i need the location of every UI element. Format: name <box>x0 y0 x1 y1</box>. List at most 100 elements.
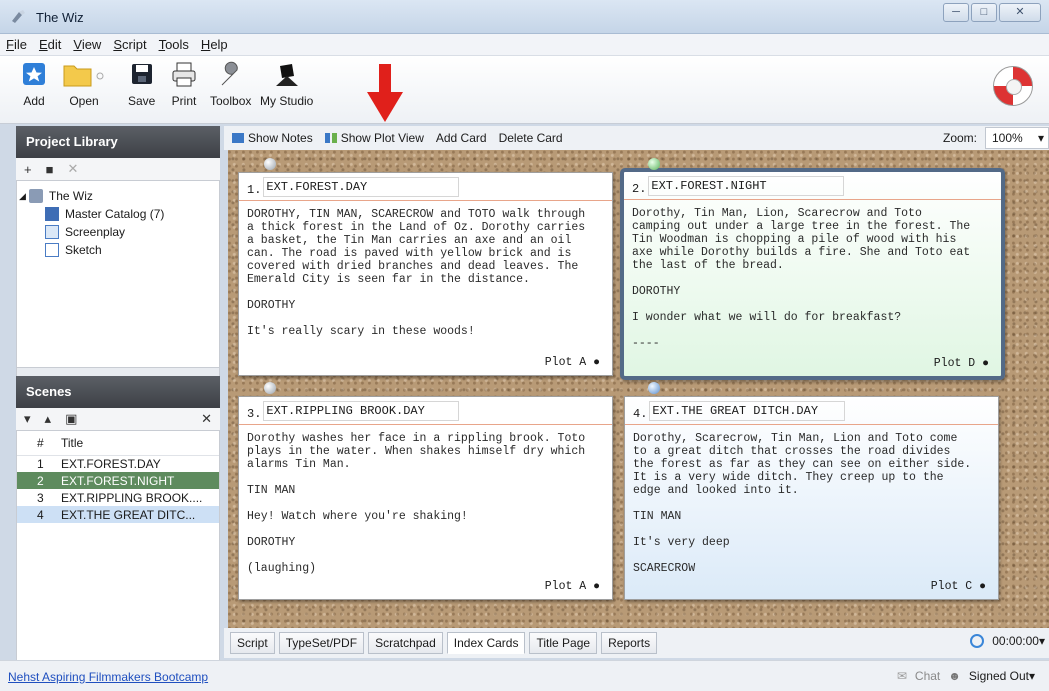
print-button[interactable]: Print <box>170 60 198 108</box>
left-sidebar: Project Library + ■ ✕ ◢ The Wiz Master C… <box>16 126 220 682</box>
card-heading[interactable]: EXT.RIPPLING BROOK.DAY <box>263 401 460 421</box>
card-plot-label[interactable]: Plot C ● <box>931 580 986 593</box>
sketch-icon <box>45 243 59 257</box>
add-card-button[interactable]: Add Card <box>436 131 487 145</box>
window-controls: ─ □ ✕ <box>943 3 1041 22</box>
scene-row[interactable]: 1 EXT.FOREST.DAY <box>17 455 219 472</box>
tree-item-master-catalog[interactable]: Master Catalog (7) <box>17 205 219 223</box>
col-number[interactable]: # <box>17 431 55 456</box>
show-notes-button[interactable]: Show Notes <box>232 131 313 145</box>
panel-splitter[interactable] <box>16 368 220 376</box>
corkboard: 1. EXT.FOREST.DAY DOROTHY, TIN MAN, SCAR… <box>228 150 1049 628</box>
tab-scratchpad[interactable]: Scratchpad <box>368 632 443 654</box>
menu-file[interactable]: File <box>6 37 27 52</box>
pushpin-icon <box>264 382 276 394</box>
menu-view[interactable]: View <box>73 37 101 52</box>
card-body[interactable]: Dorothy washes her face in a rippling br… <box>239 425 612 575</box>
chat-button[interactable]: Chat <box>915 669 940 683</box>
index-card-2[interactable]: 2. EXT.FOREST.NIGHT Dorothy, Tin Man, Li… <box>620 168 1005 380</box>
minimize-button[interactable]: ─ <box>943 3 969 22</box>
tree-project[interactable]: ◢ The Wiz <box>17 187 219 205</box>
tree-item-sketch[interactable]: Sketch <box>17 241 219 259</box>
chat-icon: ✉ <box>896 669 907 683</box>
scenes-header: Scenes <box>16 376 220 408</box>
delete-card-button[interactable]: Delete Card <box>499 131 563 145</box>
card-actions-bar: Show Notes Show Plot View Add Card Delet… <box>224 126 1049 150</box>
catalog-icon <box>45 207 59 221</box>
maximize-button[interactable]: □ <box>971 3 997 22</box>
folder-icon <box>63 65 104 87</box>
user-icon: ☻ <box>948 669 961 683</box>
card-heading[interactable]: EXT.FOREST.DAY <box>263 177 460 197</box>
card-body[interactable]: Dorothy, Scarecrow, Tin Man, Lion and To… <box>625 425 998 575</box>
scene-row[interactable]: 3 EXT.RIPPLING BROOK.... <box>17 489 219 506</box>
view-tabs: Script TypeSet/PDF Scratchpad Index Card… <box>224 628 1049 658</box>
plus-icon[interactable]: + <box>24 162 32 177</box>
zoom-control: Zoom: 100% <box>943 127 1049 149</box>
pushpin-icon <box>648 158 660 170</box>
signed-out-status[interactable]: Signed Out▾ <box>969 669 1035 683</box>
scene-row[interactable]: 2 EXT.FOREST.NIGHT <box>17 472 219 489</box>
menu-edit[interactable]: Edit <box>39 37 61 52</box>
zoom-label: Zoom: <box>942 131 977 145</box>
save-button[interactable]: Save <box>128 60 155 108</box>
project-icon <box>28 189 43 203</box>
card-plot-label[interactable]: Plot A ● <box>545 356 600 369</box>
card-heading[interactable]: EXT.THE GREAT DITCH.DAY <box>649 401 846 421</box>
toolbox-button[interactable]: Toolbox <box>210 60 251 108</box>
tab-script[interactable]: Script <box>230 632 275 654</box>
close-scenes-icon[interactable]: ✕ <box>201 411 212 427</box>
move-up-icon[interactable]: ▴ <box>45 411 52 427</box>
pushpin-icon <box>264 158 276 170</box>
title-bar: The Wiz ─ □ ✕ <box>0 0 1049 34</box>
scene-row[interactable]: 4 EXT.THE GREAT DITC... <box>17 506 219 523</box>
printer-icon <box>172 62 196 87</box>
card-heading[interactable]: EXT.FOREST.NIGHT <box>648 176 845 196</box>
tab-typeset-pdf[interactable]: TypeSet/PDF <box>278 632 365 654</box>
lifebuoy-help-icon[interactable] <box>993 66 1033 106</box>
bootcamp-link[interactable]: Nehst Aspiring Filmmakers Bootcamp <box>8 670 208 684</box>
close-button[interactable]: ✕ <box>999 3 1041 22</box>
red-arrow-icon <box>367 64 403 122</box>
add-star-icon <box>23 63 45 85</box>
move-down-icon[interactable]: ▾ <box>24 411 31 427</box>
menu-script[interactable]: Script <box>113 37 146 52</box>
expand-triangle-icon[interactable]: ◢ <box>19 191 26 202</box>
my-studio-button[interactable]: My Studio <box>260 60 313 108</box>
clock-icon[interactable] <box>970 634 985 648</box>
card-plot-label[interactable]: Plot D ● <box>934 357 989 370</box>
index-card-3[interactable]: 3. EXT.RIPPLING BROOK.DAY Dorothy washes… <box>238 396 613 600</box>
open-button[interactable]: Open <box>62 60 106 108</box>
tab-reports[interactable]: Reports <box>601 632 658 654</box>
menu-help[interactable]: Help <box>201 37 228 52</box>
card-plot-label[interactable]: Plot A ● <box>545 580 600 593</box>
tree-item-screenplay[interactable]: Screenplay <box>17 223 219 241</box>
delete-x-icon[interactable]: ✕ <box>67 161 78 177</box>
tab-title-page[interactable]: Title Page <box>529 632 598 654</box>
card-body[interactable]: DOROTHY, TIN MAN, SCARECROW and TOTO wal… <box>239 201 612 338</box>
notes-icon <box>232 133 244 143</box>
session-timer: 00:00:00▾ <box>970 634 1045 648</box>
wrench-icon <box>221 61 238 86</box>
project-library-header: Project Library <box>16 126 220 158</box>
zoom-select[interactable]: 100% <box>985 127 1049 149</box>
folder-small-icon[interactable]: ■ <box>46 162 54 177</box>
index-card-4[interactable]: 4. EXT.THE GREAT DITCH.DAY Dorothy, Scar… <box>624 396 999 600</box>
tab-index-cards[interactable]: Index Cards <box>446 632 526 654</box>
plot-view-icon <box>324 133 337 143</box>
main-toolbar: Add Open Save Print Toolbox My Studio <box>0 56 1049 124</box>
add-button[interactable]: Add <box>20 60 48 108</box>
card-body[interactable]: Dorothy, Tin Man, Lion, Scarecrow and To… <box>624 200 1001 350</box>
library-toolbar: + ■ ✕ <box>16 158 220 180</box>
library-tree: ◢ The Wiz Master Catalog (7) Screenplay … <box>16 180 220 368</box>
status-bar: Nehst Aspiring Filmmakers Bootcamp ✉ Cha… <box>0 660 1049 691</box>
app-icon <box>12 10 25 23</box>
timer-value: 00:00:00▾ <box>992 634 1045 648</box>
index-card-1[interactable]: 1. EXT.FOREST.DAY DOROTHY, TIN MAN, SCAR… <box>238 172 613 376</box>
show-plot-view-button[interactable]: Show Plot View <box>324 131 424 145</box>
col-title[interactable]: Title <box>55 431 219 456</box>
menu-tools[interactable]: Tools <box>159 37 189 52</box>
floppy-disk-icon <box>131 64 152 84</box>
pushpin-icon <box>648 382 660 394</box>
add-scene-icon[interactable]: ▣ <box>65 411 77 427</box>
